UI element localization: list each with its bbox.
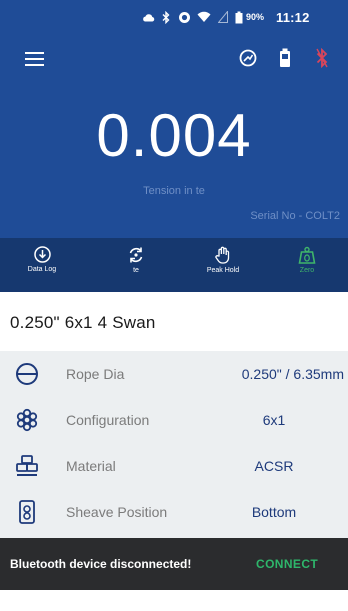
wifi-icon [197, 0, 211, 34]
download-icon [33, 246, 51, 263]
rope-details-panel: 0.250" 6x1 4 Swan Rope Dia 0.250" / 6.35… [0, 292, 348, 538]
configuration-icon [14, 407, 40, 438]
battery-percent: 90% [246, 12, 265, 22]
rope-diameter-icon [14, 361, 40, 392]
rope-dia-label: Rope Dia [66, 366, 125, 382]
data-log-button[interactable]: Data Log [2, 238, 82, 292]
zero-weight-icon [298, 246, 316, 264]
bluetooth-snackbar: Bluetooth device disconnected! CONNECT [0, 538, 348, 590]
app-header: 0.004 Tension in te Serial No - COLT2 [0, 34, 348, 238]
bluetooth-disconnected-icon[interactable] [316, 48, 328, 68]
hand-icon [215, 246, 230, 264]
material-row: Material ACSR [0, 443, 348, 489]
status-time: 11:12 [276, 9, 310, 25]
action-toolbar: Data Log te Peak Hold Zero [0, 238, 348, 292]
zero-button[interactable]: Zero [267, 238, 347, 292]
snackbar-message: Bluetooth device disconnected! [10, 557, 192, 571]
rope-dia-value: 0.250" / 6.35mm [241, 366, 344, 382]
bottom-strip [0, 590, 348, 611]
alarm-icon [178, 0, 191, 34]
signal-icon [218, 0, 228, 34]
material-value: ACSR [254, 458, 294, 474]
battery-icon [235, 0, 243, 34]
serial-number: Serial No - COLT2 [250, 210, 340, 222]
refresh-unit-icon [129, 247, 143, 263]
configuration-label: Configuration [66, 412, 150, 428]
hamburger-menu-icon[interactable] [25, 52, 44, 66]
rope-details-list: Rope Dia 0.250" / 6.35mm Configuration 6… [0, 351, 348, 538]
sheave-position-icon [14, 499, 40, 530]
configuration-value: 6x1 [262, 412, 286, 428]
status-bar: 90% 11:12 [0, 0, 348, 34]
peak-hold-button[interactable]: Peak Hold [183, 238, 263, 292]
rope-dia-row: Rope Dia 0.250" / 6.35mm [0, 351, 348, 397]
sheave-position-label: Sheave Position [66, 504, 168, 520]
configuration-row: Configuration 6x1 [0, 397, 348, 443]
zero-label: Zero [299, 267, 315, 274]
app-screen: 90% 11:12 0.004 Tension in te Serial No … [0, 0, 348, 611]
bluetooth-icon [162, 0, 170, 34]
unit-label: te [133, 267, 139, 274]
cloud-icon [142, 0, 155, 34]
device-battery-icon [279, 48, 291, 68]
unit-toggle-button[interactable]: te [96, 238, 176, 292]
tare-gauge-icon[interactable] [239, 49, 257, 67]
rope-title: 0.250" 6x1 4 Swan [10, 313, 156, 332]
material-label: Material [66, 458, 116, 474]
connect-button[interactable]: CONNECT [256, 557, 318, 571]
peak-hold-label: Peak Hold [206, 267, 240, 274]
tension-reading: 0.004 [96, 102, 252, 169]
sheave-position-value: Bottom [251, 504, 297, 520]
material-icon [14, 453, 40, 484]
sheave-position-row: Sheave Position Bottom [0, 489, 348, 535]
data-log-label: Data Log [27, 266, 57, 273]
tension-unit-label: Tension in te [143, 185, 205, 197]
